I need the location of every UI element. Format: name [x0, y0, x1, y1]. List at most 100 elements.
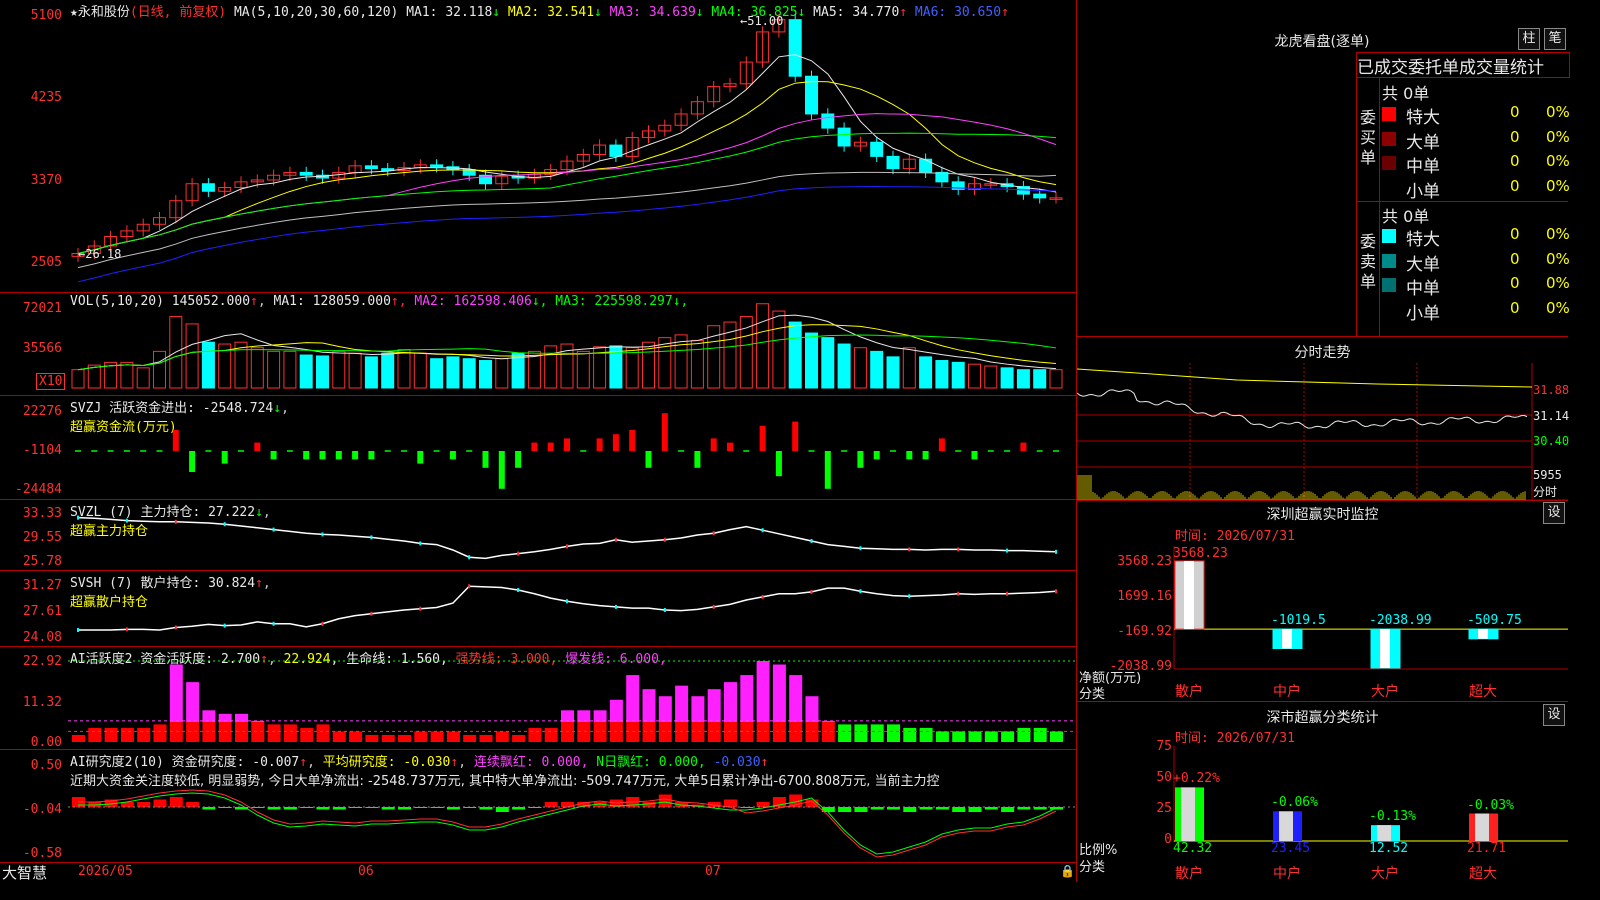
- net-amount-bar-highlight: [1184, 561, 1194, 630]
- activity-bar-base: [218, 722, 232, 742]
- volume-bar: [479, 360, 492, 389]
- sell-side-label: 委卖单: [1360, 232, 1377, 291]
- research-bar: [365, 807, 379, 808]
- bar-mode-button[interactable]: 柱: [1518, 28, 1540, 50]
- fund-flow-chart[interactable]: [68, 396, 1076, 499]
- kline-pane[interactable]: ★永和股份(日线, 前复权) MA(5,10,20,30,60,120) MA1…: [0, 0, 1076, 293]
- volume-bar: [739, 316, 753, 389]
- volume-bar: [87, 364, 101, 389]
- chart-area[interactable]: ★永和股份(日线, 前复权) MA(5,10,20,30,60,120) MA1…: [0, 0, 1077, 882]
- row-pct: 0%: [1546, 298, 1570, 317]
- row-count: 0: [1510, 298, 1520, 317]
- activity-bar-base: [235, 722, 248, 742]
- ai-active-y-tick: 22.92: [22, 654, 62, 669]
- ratio-change: -0.06%: [1271, 795, 1318, 811]
- svzj-y-tick: 22276: [22, 404, 62, 419]
- activity-bar-burst: [772, 664, 786, 722]
- research-chart[interactable]: [68, 750, 1076, 862]
- row-label: 中单: [1406, 279, 1440, 299]
- sz-class-y-tick: 25: [1156, 801, 1172, 816]
- main-position-chart[interactable]: [68, 500, 1076, 570]
- volume-bar: [690, 339, 704, 389]
- candle-body: [201, 183, 215, 192]
- fund-flow-bar: [515, 451, 522, 468]
- research-bar: [137, 802, 151, 807]
- intraday-tick-5: 分时: [1533, 485, 1558, 499]
- volume-bar: [120, 361, 134, 389]
- activity-chart[interactable]: [68, 647, 1076, 749]
- volume-bar: [1033, 369, 1047, 389]
- sell-row-4: 小单 0 0%: [1382, 298, 1570, 324]
- candle-body: [886, 155, 900, 170]
- dragon-tabs[interactable]: 已成交委托单成交量统计: [1356, 52, 1570, 78]
- activity-bar-base: [772, 722, 786, 742]
- svzl-pane[interactable]: SVZL (7) 主力持仓: 27.222↓, 超赢主力持仓 33.33 29.5…: [0, 500, 1076, 571]
- row-count: 0: [1510, 249, 1520, 268]
- buy-row-3: 中单 0 0%: [1382, 152, 1570, 177]
- ai-research-y-tick: -0.04: [22, 802, 62, 817]
- fund-flow-bar: [270, 451, 277, 460]
- row-label: 大单: [1406, 254, 1440, 275]
- candle-body: [919, 158, 933, 173]
- volume-bar: [299, 354, 313, 389]
- volume-chart[interactable]: [68, 293, 1076, 395]
- ratio-value: 23.45: [1271, 841, 1311, 856]
- low-price-label: ←26.18: [78, 247, 122, 261]
- activity-bar: [88, 727, 102, 742]
- activity-bar: [528, 727, 542, 742]
- intraday-tick-4: 5955: [1533, 468, 1562, 482]
- ai-active-pane[interactable]: AI活跃度2 资金活跃度: 2.700↑, 22.924, 生命线: 1.560…: [0, 647, 1076, 750]
- activity-bar: [935, 731, 949, 742]
- retail-position-chart[interactable]: [68, 571, 1076, 646]
- fund-flow-bar: [417, 451, 424, 464]
- volume-bar: [430, 358, 444, 389]
- activity-bar: [430, 731, 444, 742]
- activity-bar-burst: [724, 682, 737, 722]
- activity-bar-base: [593, 722, 607, 742]
- volume-bar: [805, 332, 818, 389]
- candle-body: [870, 141, 884, 157]
- research-bar: [349, 807, 363, 808]
- sz-monitor-y-tick: 1699.16: [1117, 589, 1172, 604]
- volume-bar: [870, 350, 884, 389]
- lock-icon[interactable]: 🔒: [1060, 864, 1075, 878]
- research-bar: [903, 807, 917, 812]
- volume-pane[interactable]: VOL(5,10,20) 145052.000↑, MA1: 128059.00…: [0, 293, 1076, 396]
- research-bar: [153, 799, 167, 807]
- candlestick-chart[interactable]: [68, 0, 1076, 292]
- ai-research-pane[interactable]: AI研究度2(10) 资金研究度: -0.007↑, 平均研究度: -0.030…: [0, 750, 1076, 863]
- x-label-jul: 07: [705, 864, 721, 879]
- sz-monitor-y-tick: -169.92: [1117, 624, 1172, 639]
- kline-y-tick: 3370: [30, 173, 62, 188]
- fund-flow-bar: [612, 434, 619, 451]
- intraday-chart[interactable]: [1077, 363, 1568, 500]
- fund-flow-bar: [547, 442, 554, 451]
- activity-bar-burst: [789, 675, 803, 722]
- svzj-pane[interactable]: SVZJ 活跃资金进出: -2548.724↓, 超赢资金流(万元) 22276…: [0, 396, 1076, 500]
- svsh-pane[interactable]: SVSH (7) 散户持仓: 30.824↑, 超赢散户持仓 31.27 27.6…: [0, 571, 1076, 647]
- volume-bar: [201, 341, 215, 389]
- activity-bar: [349, 731, 363, 742]
- fund-flow-bar: [759, 425, 766, 451]
- activity-bar: [104, 727, 118, 742]
- fund-flow-bar: [172, 430, 179, 451]
- activity-bar-burst: [186, 682, 200, 722]
- fund-flow-bar: [564, 438, 570, 451]
- intraday-panel[interactable]: 分时走势 31.88 31.14 30.40 5955 分时: [1077, 337, 1569, 501]
- volume-bar: [446, 356, 460, 389]
- buy-swatch: [1382, 107, 1396, 121]
- buy-swatch: [1382, 156, 1396, 170]
- activity-bar-base: [561, 722, 574, 742]
- activity-bar-burst: [805, 696, 819, 722]
- fund-flow-bar: [775, 451, 782, 477]
- activity-bar-burst: [707, 689, 721, 722]
- fund-flow-bar: [727, 442, 733, 451]
- brand-label: 大智慧: [2, 864, 48, 882]
- volume-bar: [886, 356, 900, 389]
- ratio-value: 12.52: [1369, 841, 1409, 856]
- activity-bar: [1017, 727, 1031, 742]
- activity-bar: [398, 734, 411, 742]
- sz-class-panel[interactable]: 深市超赢分类统计 设 时间: 2026/07/31 比例% 分类 +0.22% 4…: [1077, 702, 1568, 882]
- tick-mode-button[interactable]: 笔: [1544, 28, 1566, 50]
- row-count: 0: [1510, 225, 1520, 243]
